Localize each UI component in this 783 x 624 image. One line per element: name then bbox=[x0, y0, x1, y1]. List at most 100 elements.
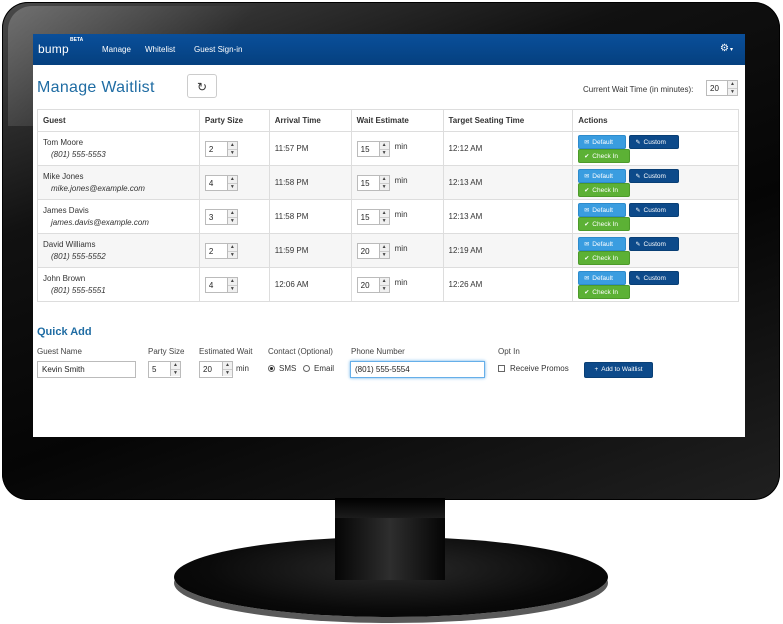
default-message-button[interactable]: ✉ Default bbox=[578, 168, 627, 183]
brand-logo[interactable]: bump bbox=[38, 42, 69, 56]
decrement-icon[interactable]: ▼ bbox=[228, 252, 237, 259]
party-size-value: 4 bbox=[208, 178, 214, 188]
check-in-button-label: Check In bbox=[592, 186, 618, 194]
increment-icon[interactable]: ▲ bbox=[227, 244, 237, 252]
gear-icon[interactable]: ⚙▾ bbox=[720, 43, 733, 54]
decrement-icon[interactable]: ▼ bbox=[380, 184, 389, 191]
header-wait-estimate[interactable]: Wait Estimate bbox=[350, 109, 444, 132]
guest-contact: james.davis@example.com bbox=[51, 218, 149, 227]
custom-message-button[interactable]: ✎ Custom bbox=[629, 202, 680, 217]
decrement-icon[interactable]: ▼ bbox=[380, 218, 389, 225]
sms-radio-label[interactable]: SMS bbox=[279, 364, 296, 373]
wait-unit: min bbox=[394, 209, 408, 219]
decrement-icon[interactable]: ▼ bbox=[380, 286, 389, 293]
receive-promos-label[interactable]: Receive Promos bbox=[510, 364, 569, 373]
header-party-size[interactable]: Party Size bbox=[198, 109, 270, 132]
current-wait-stepper[interactable]: 20 ▲ ▼ bbox=[706, 80, 738, 96]
party-size-label: Party Size bbox=[148, 347, 185, 356]
party-size-stepper[interactable]: 2 ▲ ▼ bbox=[204, 242, 238, 259]
estimated-wait-stepper[interactable]: 20 ▲ ▼ bbox=[199, 361, 233, 378]
default-message-button[interactable]: ✉ Default bbox=[578, 134, 627, 149]
default-message-button[interactable]: ✉ Default bbox=[578, 202, 627, 217]
actions-cell: ✉ Default ✎ Custom ✔ Check In bbox=[572, 131, 739, 166]
check-in-button[interactable]: ✔ Check In bbox=[578, 216, 631, 231]
decrement-icon[interactable]: ▼ bbox=[380, 252, 389, 259]
add-to-waitlist-label: Add to Waitlist bbox=[601, 366, 643, 373]
increment-icon[interactable]: ▲ bbox=[171, 362, 180, 370]
increment-icon[interactable]: ▲ bbox=[223, 362, 232, 370]
increment-icon[interactable]: ▲ bbox=[728, 81, 737, 89]
nav-guest-sign-in[interactable]: Guest Sign-in bbox=[194, 45, 242, 54]
party-size-stepper[interactable]: 2 ▲ ▼ bbox=[204, 140, 238, 157]
wait-estimate-stepper[interactable]: 15 ▲ ▼ bbox=[356, 140, 390, 157]
party-size-value: 5 bbox=[152, 365, 157, 374]
wait-estimate-stepper[interactable]: 15 ▲ ▼ bbox=[356, 208, 390, 225]
custom-message-button[interactable]: ✎ Custom bbox=[629, 134, 680, 149]
add-to-waitlist-button[interactable]: + Add to Waitlist bbox=[584, 362, 653, 378]
nav-manage[interactable]: Manage bbox=[102, 45, 131, 54]
guest-cell: David Williams (801) 555-5552 bbox=[37, 233, 200, 268]
guest-name: John Brown bbox=[43, 274, 86, 283]
target-seating-cell: 12:13 AM bbox=[442, 165, 574, 200]
estimated-wait-label: Estimated Wait bbox=[199, 347, 253, 356]
decrement-icon[interactable]: ▼ bbox=[228, 150, 237, 157]
nav-whitelist[interactable]: Whitelist bbox=[145, 45, 175, 54]
edit-icon: ✎ bbox=[635, 139, 641, 146]
table-row: John Brown (801) 555-5551 4 ▲ ▼ 12:06 AM … bbox=[37, 267, 739, 302]
increment-icon[interactable]: ▲ bbox=[227, 176, 237, 184]
sms-radio[interactable] bbox=[268, 365, 275, 372]
party-size-value: 2 bbox=[208, 144, 214, 154]
check-in-button[interactable]: ✔ Check In bbox=[578, 250, 631, 265]
increment-icon[interactable]: ▲ bbox=[379, 244, 389, 252]
receive-promos-checkbox[interactable] bbox=[498, 365, 505, 372]
decrement-icon[interactable]: ▼ bbox=[380, 150, 389, 157]
increment-icon[interactable]: ▲ bbox=[379, 278, 389, 286]
wait-estimate-stepper[interactable]: 15 ▲ ▼ bbox=[356, 174, 390, 191]
custom-message-button[interactable]: ✎ Custom bbox=[629, 270, 680, 285]
table-row: David Williams (801) 555-5552 2 ▲ ▼ 11:59… bbox=[37, 233, 739, 268]
check-in-button[interactable]: ✔ Check In bbox=[578, 182, 631, 197]
default-message-button[interactable]: ✉ Default bbox=[578, 236, 627, 251]
party-size-stepper[interactable]: 4 ▲ ▼ bbox=[204, 276, 238, 293]
custom-message-button[interactable]: ✎ Custom bbox=[629, 168, 680, 183]
decrement-icon[interactable]: ▼ bbox=[228, 184, 237, 191]
increment-icon[interactable]: ▲ bbox=[379, 210, 389, 218]
wait-estimate-stepper[interactable]: 20 ▲ ▼ bbox=[356, 276, 390, 293]
email-radio-label[interactable]: Email bbox=[314, 364, 334, 373]
decrement-icon[interactable]: ▼ bbox=[223, 370, 232, 377]
increment-icon[interactable]: ▲ bbox=[379, 176, 389, 184]
contact-label: Contact (Optional) bbox=[268, 347, 333, 356]
email-radio[interactable] bbox=[303, 365, 310, 372]
guest-name-input[interactable]: Kevin Smith bbox=[37, 361, 136, 378]
app-screen: bump BETA Manage Whitelist Guest Sign-in… bbox=[33, 34, 745, 437]
party-size-stepper[interactable]: 5 ▲ ▼ bbox=[148, 361, 181, 378]
refresh-button[interactable]: ↻ bbox=[187, 74, 217, 98]
wait-estimate-stepper[interactable]: 20 ▲ ▼ bbox=[356, 242, 390, 259]
guest-name: Tom Moore bbox=[43, 138, 84, 147]
decrement-icon[interactable]: ▼ bbox=[728, 89, 737, 96]
increment-icon[interactable]: ▲ bbox=[227, 278, 237, 286]
header-target-seating-time[interactable]: Target Seating Time bbox=[442, 109, 574, 132]
decrement-icon[interactable]: ▼ bbox=[228, 218, 237, 225]
increment-icon[interactable]: ▲ bbox=[227, 210, 237, 218]
guest-cell: James Davis james.davis@example.com bbox=[37, 199, 200, 234]
increment-icon[interactable]: ▲ bbox=[227, 142, 237, 150]
beta-badge: BETA bbox=[70, 37, 84, 43]
header-guest[interactable]: Guest bbox=[37, 109, 200, 132]
header-arrival-time[interactable]: Arrival Time bbox=[268, 109, 352, 132]
decrement-icon[interactable]: ▼ bbox=[228, 286, 237, 293]
checkmark-icon: ✔ bbox=[584, 221, 590, 228]
edit-icon: ✎ bbox=[635, 207, 641, 214]
decrement-icon[interactable]: ▼ bbox=[171, 370, 180, 377]
increment-icon[interactable]: ▲ bbox=[379, 142, 389, 150]
check-in-button[interactable]: ✔ Check In bbox=[578, 284, 631, 299]
guest-contact: (801) 555-5552 bbox=[51, 252, 106, 261]
custom-message-button[interactable]: ✎ Custom bbox=[629, 236, 680, 251]
wait-estimate-value: 15 bbox=[360, 212, 370, 222]
party-size-stepper[interactable]: 3 ▲ ▼ bbox=[204, 208, 238, 225]
phone-number-input[interactable]: (801) 555-5554 bbox=[350, 361, 485, 378]
custom-button-label: Custom bbox=[643, 274, 666, 282]
check-in-button[interactable]: ✔ Check In bbox=[578, 148, 631, 163]
party-size-stepper[interactable]: 4 ▲ ▼ bbox=[204, 174, 238, 191]
default-message-button[interactable]: ✉ Default bbox=[578, 270, 627, 285]
